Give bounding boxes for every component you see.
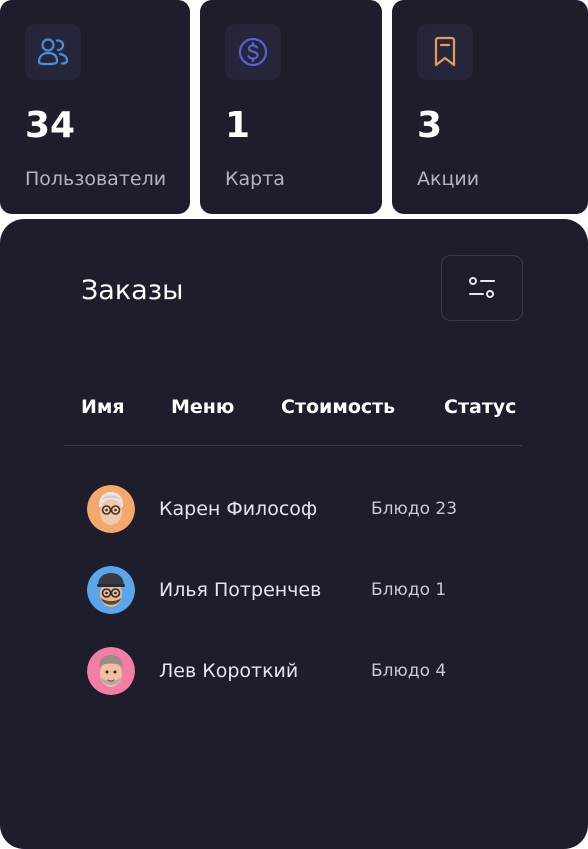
stat-value: 1 xyxy=(225,105,251,146)
column-header-status[interactable]: Статус xyxy=(444,394,516,420)
dish-name: Блюдо 23 xyxy=(371,499,458,519)
column-header-cost[interactable]: Стоимость xyxy=(281,394,395,420)
dollar-icon-box xyxy=(225,24,281,80)
stat-label: Акции xyxy=(417,168,480,190)
customer-name: Карен Философ xyxy=(159,498,318,520)
stat-card-promos[interactable]: 3 Акции xyxy=(392,0,588,214)
table-row[interactable]: Лев Короткий Блюдо 4 xyxy=(0,647,588,697)
customer-name: Илья Потренчев xyxy=(159,579,322,601)
table-header-divider xyxy=(64,445,522,446)
filter-settings-icon xyxy=(469,277,495,298)
stat-value: 34 xyxy=(25,105,76,146)
orders-title: Заказы xyxy=(81,275,184,306)
table-row[interactable]: Илья Потренчев Блюдо 1 xyxy=(0,566,588,616)
users-icon-box xyxy=(25,24,81,80)
avatar xyxy=(87,485,135,533)
stat-label: Пользователи xyxy=(25,168,167,190)
bookmark-icon-box xyxy=(417,24,473,80)
stat-card-map[interactable]: 1 Карта xyxy=(200,0,382,214)
stat-card-users[interactable]: 34 Пользователи xyxy=(0,0,190,214)
customer-name: Лев Короткий xyxy=(159,660,299,682)
dish-name: Блюдо 1 xyxy=(371,580,447,600)
orders-panel: Заказы Имя Меню Стоимость Статус Карен Ф… xyxy=(0,219,588,849)
stat-label: Карта xyxy=(225,168,285,190)
stat-value: 3 xyxy=(417,105,443,146)
table-row[interactable]: Карен Философ Блюдо 23 xyxy=(0,485,588,535)
column-header-menu[interactable]: Меню xyxy=(171,394,234,420)
avatar xyxy=(87,566,135,614)
dollar-coin-icon xyxy=(238,37,268,67)
filter-button[interactable] xyxy=(441,255,523,321)
bookmark-icon xyxy=(434,36,456,67)
avatar xyxy=(87,647,135,695)
column-header-name[interactable]: Имя xyxy=(81,394,125,420)
dish-name: Блюдо 4 xyxy=(371,661,447,681)
users-icon xyxy=(37,38,69,66)
